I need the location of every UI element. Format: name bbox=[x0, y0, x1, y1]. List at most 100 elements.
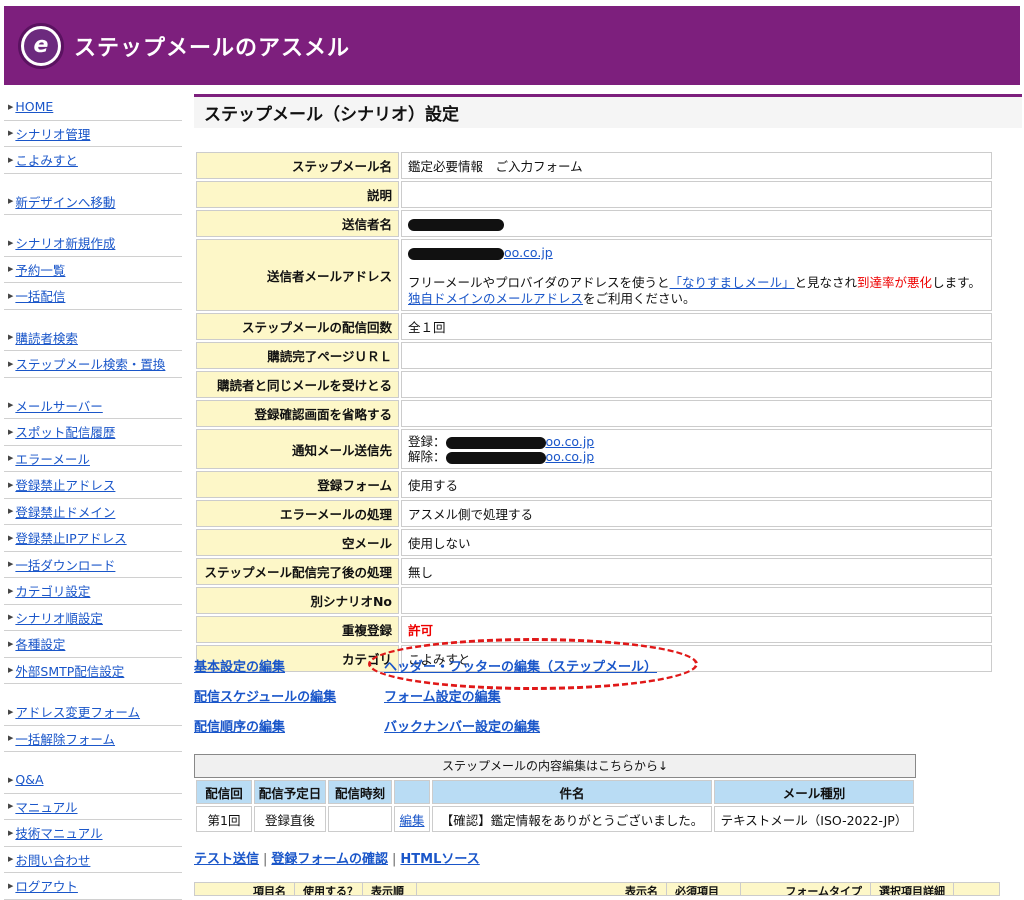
backnumber-link[interactable]: バックナンバー設定の編集 bbox=[384, 716, 540, 735]
app-title: ステップメールのアスメル bbox=[74, 35, 351, 61]
column-header: 必須項目 bbox=[667, 883, 741, 895]
sidebar-item-label[interactable]: マニュアル bbox=[15, 797, 77, 816]
field-label: 別シナリオNo bbox=[196, 587, 399, 614]
sidebar-item[interactable]: ▶ 購読者検索 bbox=[4, 325, 182, 351]
form-settings-link[interactable]: フォーム設定の編集 bbox=[384, 686, 501, 705]
notice-warning: 到達率が悪化 bbox=[857, 275, 933, 290]
sidebar-item-label[interactable]: 登録禁止ドメイン bbox=[15, 502, 115, 521]
sidebar-item[interactable]: ▶ Q&A bbox=[4, 767, 182, 794]
sidebar-item-label[interactable]: Q&A bbox=[15, 772, 43, 787]
sidebar-item-label[interactable]: 一括ダウンロード bbox=[15, 555, 115, 574]
triangle-right-icon: ▶ bbox=[8, 197, 14, 206]
sidebar-item[interactable]: ▶ シナリオ順設定 bbox=[4, 605, 182, 631]
sidebar-item-label[interactable]: 登録禁止IPアドレス bbox=[15, 528, 126, 547]
sidebar-item[interactable]: ▶ こよみすと bbox=[4, 147, 182, 174]
sidebar-item[interactable]: ▶ マニュアル bbox=[4, 794, 182, 820]
column-header: 配信回 bbox=[196, 780, 252, 804]
sidebar-item-label[interactable]: 登録禁止アドレス bbox=[15, 475, 115, 494]
other-scenario-value bbox=[401, 587, 992, 614]
basic-settings-link[interactable]: 基本設定の編集 bbox=[194, 656, 285, 675]
form-confirm-link[interactable]: 登録フォームの確認 bbox=[271, 852, 388, 867]
sidebar-item-label[interactable]: シナリオ順設定 bbox=[15, 608, 103, 627]
sidebar-item[interactable]: ▶ 登録禁止ドメイン bbox=[4, 499, 182, 525]
test-send-link[interactable]: テスト送信 bbox=[194, 852, 259, 867]
sidebar-item-label[interactable]: こよみすと bbox=[15, 150, 78, 169]
own-domain-link[interactable]: 独自ドメインのメールアドレス bbox=[408, 291, 583, 306]
triangle-right-icon: ▶ bbox=[8, 401, 14, 410]
sender-email-link[interactable]: oo.co.jp bbox=[504, 245, 553, 260]
sidebar-item[interactable]: ▶ 新デザインへ移動 bbox=[4, 189, 182, 215]
empty-mail-value: 使用しない bbox=[401, 529, 992, 556]
redacted-block bbox=[408, 247, 504, 260]
html-source-link[interactable]: HTMLソース bbox=[400, 852, 479, 867]
sidebar-item[interactable]: ▶ 一括配信 bbox=[4, 283, 182, 310]
error-mail-value: アスメル側で処理する bbox=[401, 500, 992, 527]
sidebar-item[interactable]: ▶ メールサーバー bbox=[4, 393, 182, 419]
redacted-block bbox=[408, 218, 504, 231]
sidebar-item[interactable]: ▶ カテゴリ設定 bbox=[4, 578, 182, 605]
sidebar-item[interactable]: ▶ 予約一覧 bbox=[4, 257, 182, 283]
column-header: 配信時刻 bbox=[328, 780, 392, 804]
sidebar-item-label[interactable]: カテゴリ設定 bbox=[15, 581, 90, 600]
sidebar-item[interactable]: ▶ 各種設定 bbox=[4, 631, 182, 658]
sidebar-item[interactable]: ▶ アドレス変更フォーム bbox=[4, 699, 182, 726]
sidebar-item[interactable]: ▶ 一括解除フォーム bbox=[4, 726, 182, 752]
triangle-right-icon: ▶ bbox=[8, 129, 14, 138]
sidebar-item-label[interactable]: エラーメール bbox=[15, 449, 90, 468]
triangle-right-icon: ▶ bbox=[8, 855, 14, 864]
sidebar-item[interactable]: ▶ 一括ダウンロード bbox=[4, 552, 182, 578]
sidebar-item-label[interactable]: 新デザインへ移動 bbox=[15, 192, 115, 211]
sidebar-item-label[interactable]: 予約一覧 bbox=[15, 260, 65, 279]
sidebar-item[interactable]: ▶ 外部SMTP配信設定 bbox=[4, 658, 182, 684]
sidebar-item[interactable]: ▶ ログアウト bbox=[4, 873, 182, 900]
triangle-right-icon: ▶ bbox=[8, 333, 14, 342]
sidebar-item[interactable]: ▶ シナリオ管理 bbox=[4, 121, 182, 147]
sidebar-item[interactable]: ▶ 技術マニュアル bbox=[4, 820, 182, 847]
logo-mark: e bbox=[24, 28, 58, 63]
sidebar-item-label[interactable]: 購読者検索 bbox=[15, 328, 78, 347]
sidebar-item-label[interactable]: 各種設定 bbox=[15, 634, 65, 653]
logo[interactable]: e bbox=[18, 22, 64, 69]
triangle-right-icon: ▶ bbox=[8, 586, 14, 595]
sidebar-item[interactable]: ▶ 登録禁止IPアドレス bbox=[4, 525, 182, 552]
column-header: メール種別 bbox=[714, 780, 914, 804]
sidebar-item-label[interactable]: シナリオ新規作成 bbox=[15, 233, 115, 252]
nav-group-gap bbox=[4, 752, 182, 767]
triangle-right-icon: ▶ bbox=[8, 881, 14, 890]
sidebar-item-label[interactable]: お問い合わせ bbox=[15, 850, 90, 869]
sidebar-item[interactable]: ▶ お問い合わせ bbox=[4, 847, 182, 873]
sidebar-item-label[interactable]: アドレス変更フォーム bbox=[15, 702, 140, 721]
header-footer-link[interactable]: ヘッダー・フッターの編集（ステップメール） bbox=[384, 656, 657, 675]
sidebar-item-label[interactable]: 外部SMTP配信設定 bbox=[15, 661, 124, 680]
spoofing-link[interactable]: 「なりすましメール」 bbox=[670, 275, 795, 290]
sidebar-item[interactable]: ▶ ステップメール検索・置換 bbox=[4, 351, 182, 378]
sidebar-item[interactable]: ▶ 登録禁止アドレス bbox=[4, 472, 182, 499]
sidebar-item-label[interactable]: シナリオ管理 bbox=[15, 124, 90, 143]
triangle-right-icon: ▶ bbox=[8, 560, 14, 569]
sidebar-item-label[interactable]: 技術マニュアル bbox=[15, 823, 102, 842]
nav-group-gap bbox=[4, 684, 182, 699]
sidebar-item[interactable]: ▶ エラーメール bbox=[4, 446, 182, 472]
table-row: 購読完了ページＵＲＬ bbox=[196, 342, 992, 369]
sidebar-item-label[interactable]: ステップメール検索・置換 bbox=[15, 354, 165, 373]
sidebar-item-label[interactable]: ログアウト bbox=[15, 876, 78, 895]
notify-unreg-link[interactable]: oo.co.jp bbox=[546, 449, 595, 464]
sidebar-item-label[interactable]: 一括解除フォーム bbox=[15, 729, 115, 748]
edit-link[interactable]: 編集 bbox=[399, 813, 424, 828]
sidebar-item[interactable]: ▶ スポット配信履歴 bbox=[4, 419, 182, 446]
table-row: 登録確認画面を省略する bbox=[196, 400, 992, 427]
sidebar-item-label[interactable]: スポット配信履歴 bbox=[15, 422, 115, 441]
field-label: 登録フォーム bbox=[196, 471, 399, 498]
sidebar-item-label[interactable]: 一括配信 bbox=[15, 286, 65, 305]
sidebar-item-label[interactable]: メールサーバー bbox=[15, 396, 102, 415]
cell-time bbox=[328, 806, 392, 832]
table-row: ステップメール配信完了後の処理 無し bbox=[196, 558, 992, 585]
notify-reg-link[interactable]: oo.co.jp bbox=[546, 434, 595, 449]
sidebar-item-label[interactable]: HOME bbox=[15, 99, 53, 114]
sidebar-item[interactable]: ▶ HOME bbox=[4, 94, 182, 121]
order-link[interactable]: 配信順序の編集 bbox=[194, 716, 285, 735]
schedule-link[interactable]: 配信スケジュールの編集 bbox=[194, 686, 336, 705]
sidebar-item[interactable]: ▶ シナリオ新規作成 bbox=[4, 230, 182, 257]
field-table-header: 項目名 使用する？ 表示順 表示名 必須項目 フォームタイプ 選択項目詳細 bbox=[194, 882, 1000, 896]
description-value bbox=[401, 181, 992, 208]
